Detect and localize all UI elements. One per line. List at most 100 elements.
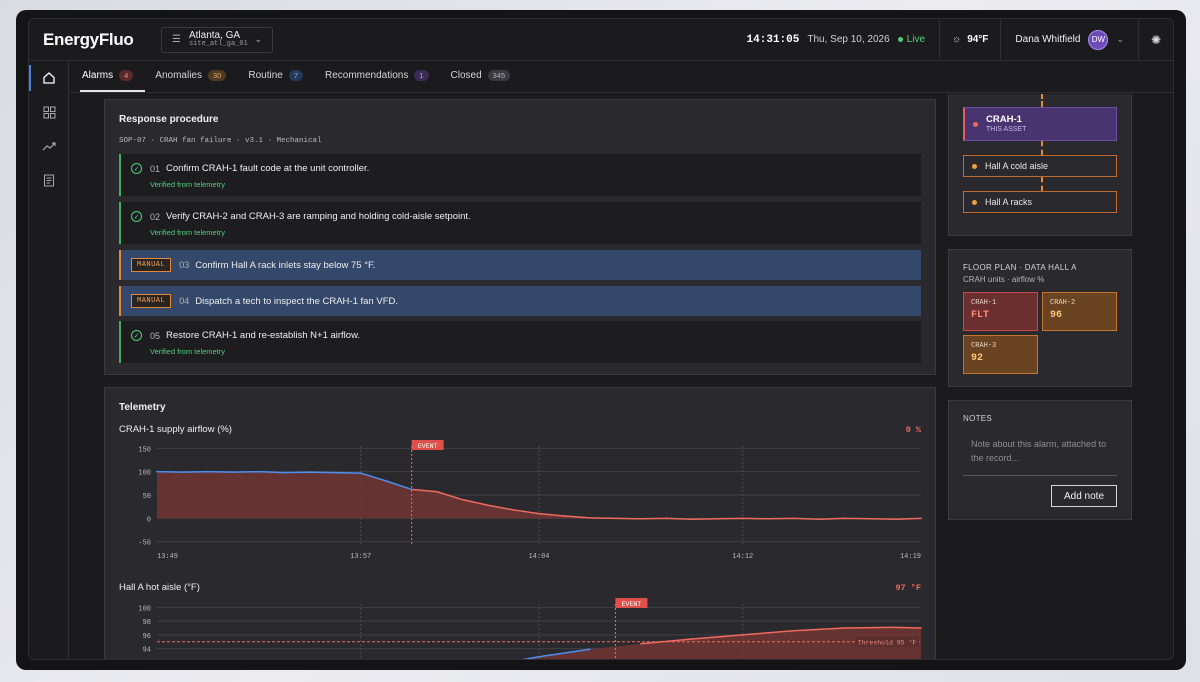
- tab-anomalies[interactable]: Anomalies 30: [155, 70, 238, 92]
- event-label: EVENT: [622, 601, 642, 608]
- procedure-step[interactable]: ✓ 02 Verify CRAH-2 and CRAH-3 are ramping …: [119, 202, 921, 244]
- cell-value: 96: [1050, 310, 1063, 321]
- tab-routine[interactable]: Routine 7: [248, 70, 315, 92]
- data-point: [232, 471, 235, 473]
- x-tick-label: 14:04: [528, 553, 549, 561]
- status-dot-icon: [972, 199, 977, 205]
- data-point: [920, 627, 922, 629]
- note-textarea[interactable]: Note about this alarm, attached to the r…: [963, 434, 1117, 476]
- date: Thu, Sep 10, 2026: [807, 34, 890, 45]
- data-point: [181, 471, 184, 473]
- step-text: Confirm Hall A rack inlets stay below 75…: [195, 259, 376, 271]
- step-text: Verify CRAH-2 and CRAH-3 are ramping and…: [166, 211, 471, 222]
- asset-sub: THIS ASSET: [986, 125, 1027, 133]
- procedure-step[interactable]: MANUAL 04 Dispatch a tech to inspect the C…: [119, 286, 921, 316]
- tab-closed[interactable]: Closed 345: [451, 70, 523, 92]
- data-point: [843, 627, 846, 629]
- asset-item[interactable]: Hall A cold aisle: [963, 155, 1117, 177]
- y-tick-label: 98: [143, 619, 151, 627]
- manual-tag: MANUAL: [131, 258, 172, 272]
- logo: EnergyFluo: [43, 29, 134, 49]
- asset-this[interactable]: CRAH-1 THIS ASSET: [963, 107, 1117, 141]
- y-tick-label: 96: [143, 633, 151, 641]
- y-tick-label: 100: [138, 605, 151, 613]
- status-dot-icon: [973, 121, 978, 127]
- x-tick-label: 14:19: [900, 553, 921, 561]
- x-tick-label: 14:12: [732, 553, 753, 561]
- theme-toggle-button[interactable]: ✺: [1139, 33, 1173, 47]
- nav-home[interactable]: [29, 61, 69, 95]
- crah-cell[interactable]: CRAH-3 92: [963, 335, 1038, 374]
- data-point: [283, 471, 286, 474]
- step-number: 05: [150, 330, 161, 341]
- count-badge: 30: [208, 70, 227, 81]
- count-badge: 7: [288, 70, 303, 81]
- tab-alarms[interactable]: Alarms 4: [80, 70, 146, 92]
- connector-line: [1041, 177, 1043, 191]
- data-point: [436, 490, 438, 493]
- data-point: [589, 648, 591, 651]
- asset-name: CRAH-1: [986, 114, 1022, 126]
- left-nav: [29, 61, 69, 659]
- data-point: [614, 517, 617, 520]
- nav-reports[interactable]: [29, 163, 69, 197]
- cell-value: FLT: [971, 310, 990, 321]
- tab-label: Closed: [450, 70, 482, 81]
- procedure-step[interactable]: ✓ 05 Restore CRAH-1 and re-establish N+1 a…: [119, 321, 921, 363]
- data-point: [538, 656, 540, 658]
- nav-dashboard[interactable]: [29, 95, 69, 129]
- card-title: Response procedure: [119, 114, 219, 125]
- app-window: EnergyFluo ☰ Atlanta, GA site_atl_ga_01 …: [28, 18, 1174, 660]
- data-point: [258, 470, 260, 473]
- grid-icon: [43, 106, 55, 118]
- chevron-down-icon: ⌄: [1116, 34, 1124, 44]
- chart-current-value: 0 %: [905, 425, 921, 435]
- data-point: [894, 518, 897, 521]
- add-note-button[interactable]: Add note: [1051, 485, 1117, 507]
- sun-icon: ✺: [1150, 32, 1162, 47]
- verified-note: Verified from telemetry: [150, 347, 226, 356]
- floor-plan-title: FLOOR PLAN · DATA HALL A: [963, 263, 1077, 272]
- live-label: Live: [906, 34, 926, 45]
- chart-title: CRAH-1 supply airflow (%): [119, 424, 232, 435]
- airflow-chart: 150 100 50 0 -50 13:49 13:57 14:04 14:12 14:19 EVE…: [138, 440, 922, 561]
- floor-plan-card: FLOOR PLAN · DATA HALL A CRAH units · ai…: [948, 249, 1132, 387]
- data-point: [207, 470, 209, 473]
- notes-title: NOTES: [963, 414, 993, 423]
- site-selector[interactable]: ☰ Atlanta, GA site_atl_ga_01 ⌄: [161, 26, 273, 53]
- user-menu[interactable]: Dana Whitfield DW ⌄: [1001, 29, 1138, 50]
- procedure-step[interactable]: ✓ 01 Confirm CRAH-1 fault code at the unit…: [119, 154, 921, 196]
- nav-trends[interactable]: [29, 129, 69, 163]
- step-number: 03: [179, 260, 190, 270]
- tab-label: Alarms: [82, 70, 114, 81]
- data-point: [792, 517, 795, 520]
- chevron-down-icon: ⌄: [254, 34, 262, 44]
- data-point: [589, 517, 591, 519]
- site-code: site_atl_ga_01: [188, 40, 248, 49]
- data-point: [309, 471, 311, 473]
- tab-recommendations[interactable]: Recommendations 1: [325, 70, 441, 92]
- data-point: [869, 518, 871, 520]
- data-point: [894, 626, 897, 629]
- data-point: [538, 512, 540, 515]
- verified-note: Verified from telemetry: [150, 180, 226, 189]
- step-number: 04: [179, 296, 190, 306]
- procedure-step[interactable]: MANUAL 03 Confirm Hall A rack inlets stay …: [119, 250, 921, 280]
- related-assets-card: CRAH-1 THIS ASSET Hall A cold aisle Hall…: [948, 94, 1132, 236]
- tab-label: Routine: [248, 70, 283, 81]
- asset-name: Hall A racks: [985, 197, 1033, 207]
- y-tick-label: 50: [143, 493, 151, 501]
- threshold-label: Threshold 95 °F: [858, 639, 917, 647]
- connector-line: [1041, 94, 1043, 107]
- sun-icon: ☼: [952, 34, 962, 45]
- crah-cell[interactable]: CRAH-1 FLT: [963, 292, 1038, 331]
- step-number: 01: [150, 163, 161, 174]
- verified-note: Verified from telemetry: [150, 228, 226, 237]
- crah-cell[interactable]: CRAH-2 96: [1042, 292, 1117, 331]
- y-tick-label: 0: [147, 516, 151, 524]
- main-content: Response procedure SOP-07 · CRAH fan fai…: [70, 94, 1173, 659]
- asset-item[interactable]: Hall A racks: [963, 191, 1117, 213]
- data-point: [691, 638, 693, 640]
- data-point: [741, 634, 744, 636]
- chart-current-value: 97 °F: [895, 583, 921, 593]
